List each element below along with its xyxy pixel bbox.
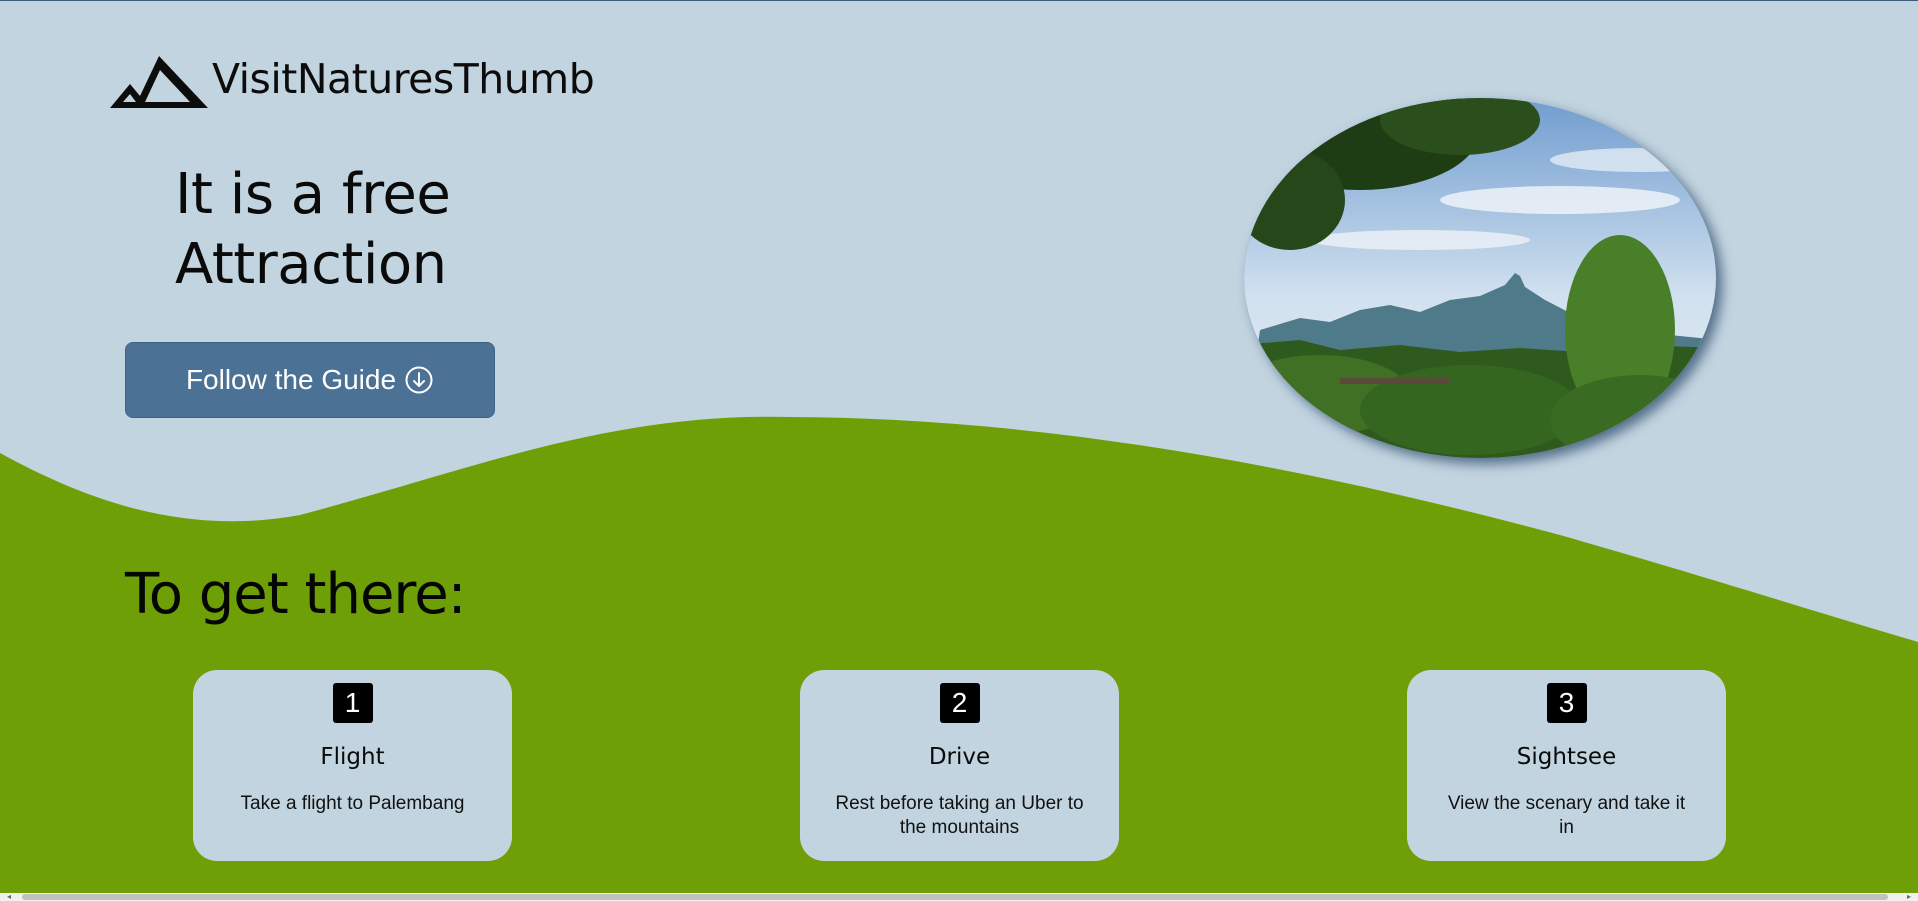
mountain-logo-icon	[110, 56, 208, 108]
step-number-badge: 3	[1546, 683, 1587, 723]
horizontal-scrollbar[interactable]: ◂ ▸	[0, 893, 1918, 901]
step-card-sightsee: 3 Sightsee View the scenary and take it …	[1407, 670, 1726, 861]
step-title: Flight	[320, 744, 385, 770]
step-description: Rest before taking an Uber to the mounta…	[835, 793, 1084, 838]
hero-title-line-2: Attraction	[175, 232, 447, 297]
step-title: Sightsee	[1516, 744, 1617, 770]
steps-section-title: To get there:	[125, 562, 467, 627]
circle-arrow-down-icon	[405, 366, 433, 394]
follow-guide-button[interactable]: Follow the Guide	[125, 342, 495, 418]
brand-name: VisitNaturesThumb	[212, 55, 595, 103]
brand[interactable]: VisitNaturesThumb	[110, 54, 595, 110]
scrollbar-thumb[interactable]	[22, 894, 1888, 900]
step-card-flight: 1 Flight Take a flight to Palembang	[193, 670, 512, 861]
step-description: View the scenary and take it in	[1447, 793, 1686, 838]
hero-title-line-1: It is a free	[175, 162, 451, 227]
hero-title: It is a free Attraction	[175, 160, 451, 300]
step-number-badge: 2	[939, 683, 980, 723]
scroll-right-arrow-icon[interactable]: ▸	[1902, 893, 1916, 901]
scroll-left-arrow-icon[interactable]: ◂	[2, 893, 16, 901]
step-card-drive: 2 Drive Rest before taking an Uber to th…	[800, 670, 1119, 861]
step-description: Take a flight to Palembang	[240, 793, 465, 814]
follow-guide-label: Follow the Guide	[185, 364, 397, 395]
step-number-badge: 1	[332, 683, 373, 723]
step-title: Drive	[928, 744, 991, 770]
